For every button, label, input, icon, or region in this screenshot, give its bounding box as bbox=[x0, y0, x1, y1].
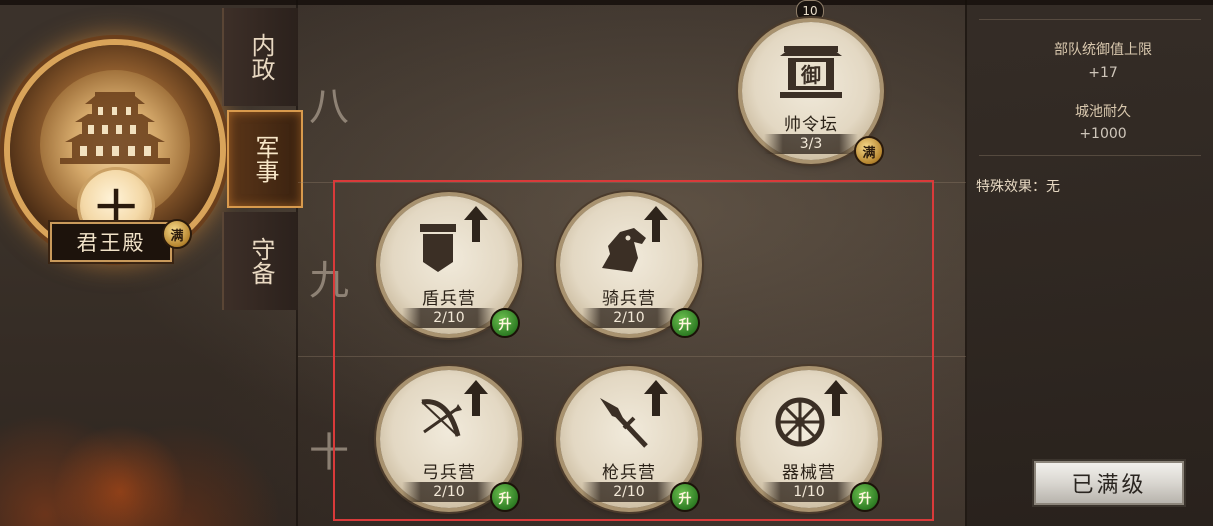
building-spear-camp[interactable]: 枪兵营 2/10 升 bbox=[560, 370, 700, 512]
command-altar-glyph: 御 bbox=[800, 63, 821, 87]
shield-camp-name: 盾兵营 bbox=[422, 289, 476, 309]
upgrade-arrow-icon bbox=[644, 206, 668, 242]
siege-camp-name: 器械营 bbox=[782, 463, 836, 483]
panel-divider bbox=[979, 155, 1201, 156]
building-shield-camp[interactable]: 盾兵营 2/10 升 bbox=[380, 196, 520, 338]
command-altar-level: 3/3 bbox=[764, 134, 858, 154]
row-separator bbox=[298, 182, 966, 183]
row-separator bbox=[298, 356, 966, 357]
siege-camp-upgrade-badge[interactable]: 升 bbox=[850, 482, 880, 512]
tab-internal-affairs-label: 内政 bbox=[247, 33, 275, 81]
city-durability-label: 城池耐久 bbox=[1075, 104, 1131, 120]
archer-camp-level: 2/10 bbox=[402, 482, 496, 502]
archer-camp-name: 弓兵营 bbox=[422, 463, 476, 483]
upgrade-arrow-icon bbox=[464, 380, 488, 416]
troop-command-cap-value: +17 bbox=[1088, 65, 1118, 81]
command-altar-name: 帅令坛 bbox=[784, 115, 838, 135]
tab-military-label: 军事 bbox=[251, 135, 279, 183]
building-siege-camp[interactable]: 器械营 1/10 升 bbox=[740, 370, 880, 512]
spear-camp-level: 2/10 bbox=[582, 482, 676, 502]
upgrade-arrow-icon bbox=[824, 380, 848, 416]
building-cavalry-camp[interactable]: 骑兵营 2/10 升 bbox=[560, 196, 700, 338]
shield-camp-level: 2/10 bbox=[402, 308, 496, 328]
cavalry-camp-upgrade-badge[interactable]: 升 bbox=[670, 308, 700, 338]
info-panel: 部队统御值上限 +17 城池耐久 +1000 特殊效果：无 bbox=[967, 5, 1213, 526]
city-durability-value: +1000 bbox=[1079, 126, 1127, 142]
spear-camp-name: 枪兵营 bbox=[602, 463, 656, 483]
tab-military[interactable]: 军事 bbox=[227, 110, 303, 208]
cavalry-camp-level: 2/10 bbox=[582, 308, 676, 328]
upgrade-arrow-icon bbox=[464, 206, 488, 242]
shield-camp-upgrade-badge[interactable]: 升 bbox=[490, 308, 520, 338]
top-count-badge: 10 bbox=[796, 0, 824, 22]
panel-divider bbox=[979, 19, 1201, 20]
command-altar-icon: 御 bbox=[780, 46, 842, 98]
troop-command-cap-label: 部队统御值上限 bbox=[1054, 42, 1152, 58]
special-effect-text: 特殊效果：无 bbox=[976, 179, 1060, 195]
building-archer-camp[interactable]: 弓兵营 2/10 升 bbox=[380, 370, 520, 512]
tab-defense-label: 守备 bbox=[247, 237, 275, 285]
hall-name-plate: 君王殿 bbox=[50, 222, 172, 262]
command-altar-max-badge: 满 bbox=[854, 136, 884, 166]
archer-camp-upgrade-badge[interactable]: 升 bbox=[490, 482, 520, 512]
siege-camp-level: 1/10 bbox=[762, 482, 856, 502]
row-level-10: 十 bbox=[309, 430, 349, 476]
tab-internal-affairs[interactable]: 内政 bbox=[222, 8, 298, 106]
ember-glow bbox=[0, 296, 300, 526]
row-level-8: 八 bbox=[309, 84, 349, 130]
cavalry-camp-name: 骑兵营 bbox=[602, 289, 656, 309]
hall-max-badge: 满 bbox=[162, 219, 192, 249]
spear-camp-upgrade-badge[interactable]: 升 bbox=[670, 482, 700, 512]
upgrade-arrow-icon bbox=[644, 380, 668, 416]
max-level-button[interactable]: 已满级 bbox=[1034, 461, 1184, 505]
row-level-9: 九 bbox=[309, 258, 349, 304]
tab-defense[interactable]: 守备 bbox=[222, 212, 298, 310]
building-command-altar[interactable]: 御 帅令坛 3/3 满 bbox=[742, 22, 884, 166]
